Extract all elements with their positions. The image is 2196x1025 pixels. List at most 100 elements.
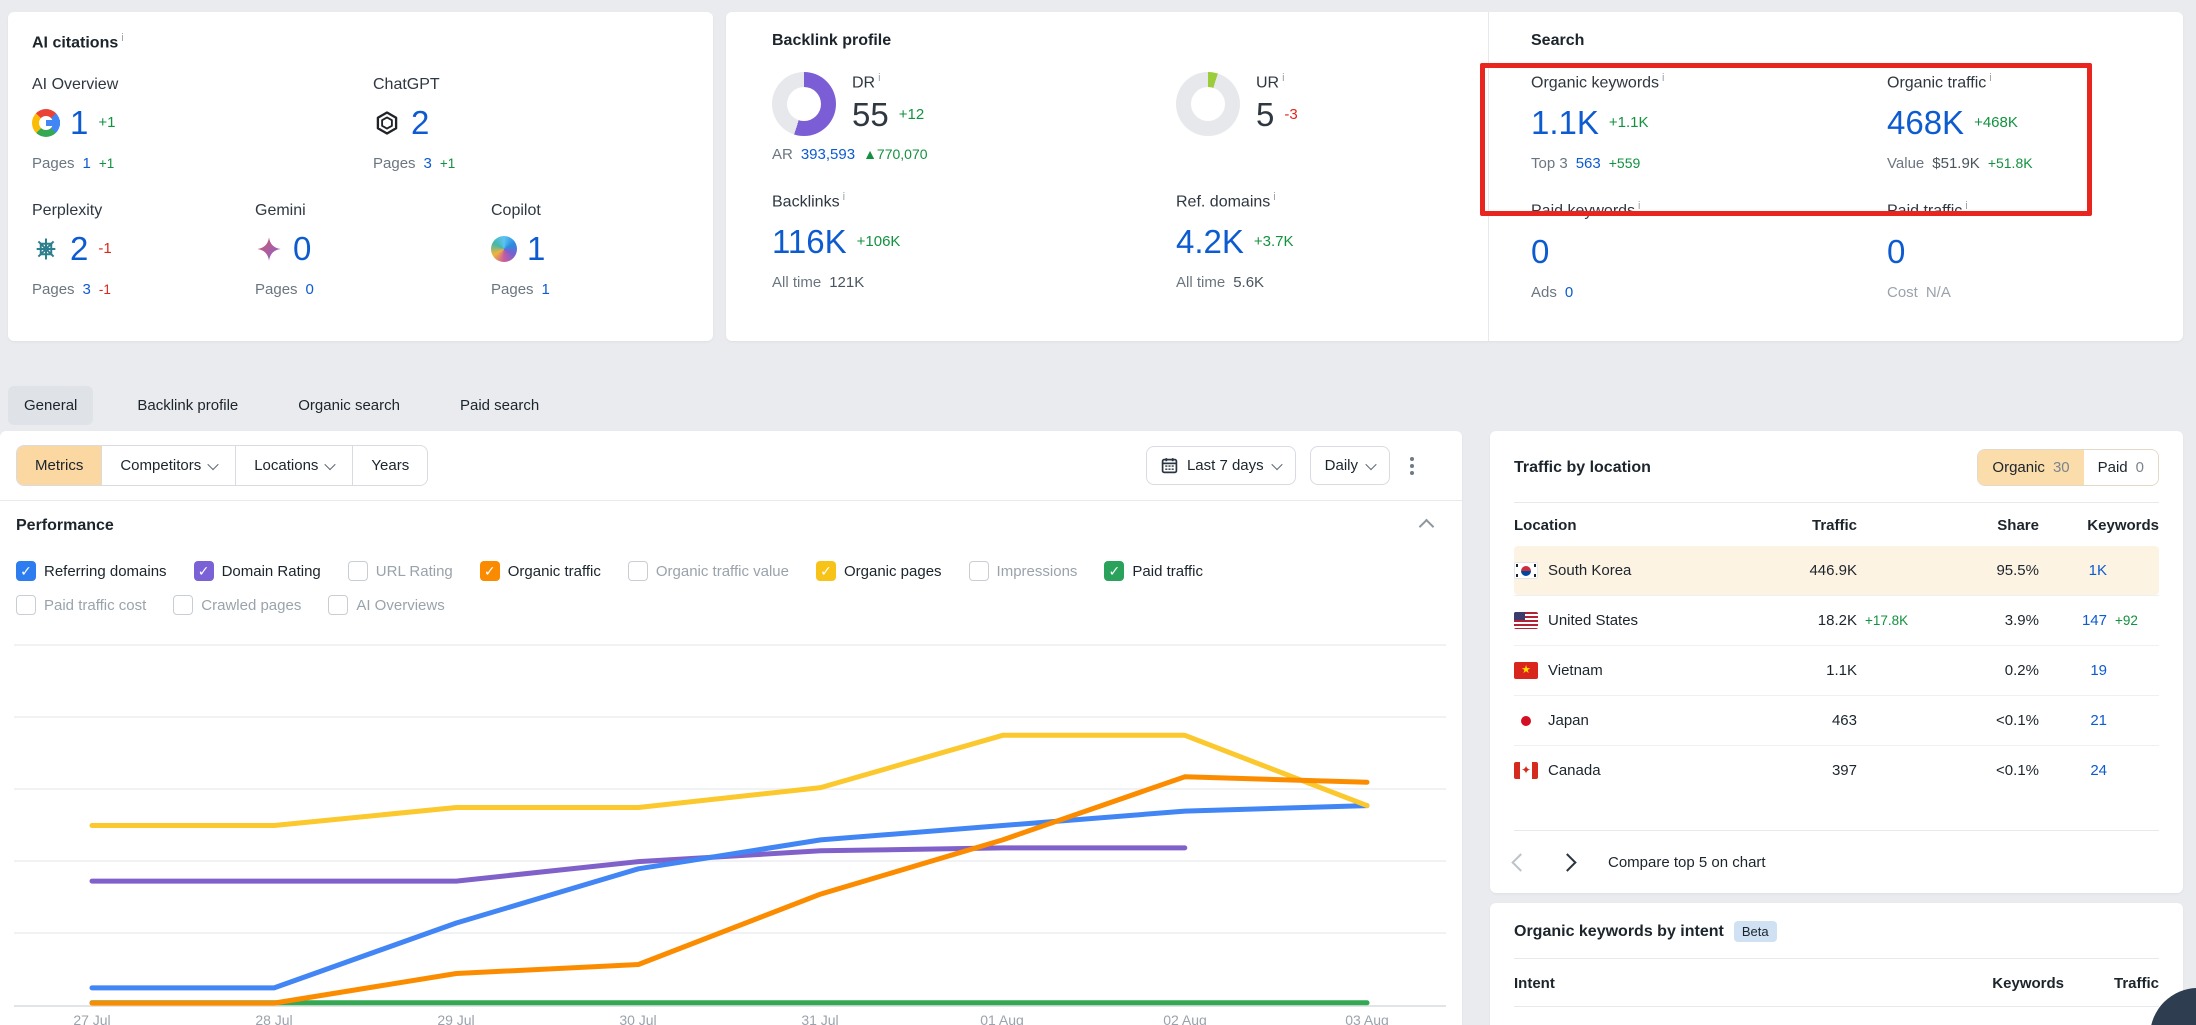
checkbox-ai-overviews[interactable]: AI Overviews xyxy=(328,595,444,615)
paid-keywords-value[interactable]: 0 xyxy=(1531,235,1549,268)
cost-row: Cost N/A xyxy=(1887,284,1968,301)
ai-item-ai-overview: AI Overview 1 +1 Pages 1 +1 xyxy=(32,76,373,172)
table-row-vietnam[interactable]: Vietnam 1.1K 0.2% 19 xyxy=(1514,645,2159,695)
metric-checkboxes: Referring domains Domain Rating URL Rati… xyxy=(0,539,1462,615)
south-korea-flag-icon xyxy=(1514,562,1538,579)
checkbox-organic-pages[interactable]: Organic pages xyxy=(816,561,942,581)
more-options-kebab-icon[interactable] xyxy=(1404,451,1420,481)
chevron-down-icon xyxy=(1271,458,1282,469)
copilot-pages: Pages 1 xyxy=(491,281,550,298)
gemini-value[interactable]: 0 xyxy=(293,232,311,265)
chevron-down-icon xyxy=(1365,458,1376,469)
segment-competitors[interactable]: Competitors xyxy=(101,446,235,485)
table-row-united-states[interactable]: United States 18.2K +17.8K 3.9% 147 +92 xyxy=(1514,595,2159,645)
checkbox-crawled-pages[interactable]: Crawled pages xyxy=(173,595,301,615)
ref-domains-delta: +3.7K xyxy=(1254,233,1294,250)
checkbox-referring-domains[interactable]: Referring domains xyxy=(16,561,167,581)
report-tabs: General Backlink profile Organic search … xyxy=(8,383,555,427)
location-pager: Compare top 5 on chart xyxy=(1514,830,2159,893)
perplexity-delta: -1 xyxy=(98,240,111,257)
traffic-by-location-title: Traffic by location xyxy=(1514,459,1651,477)
backlinks-value[interactable]: 116K xyxy=(772,225,847,258)
copilot-icon xyxy=(491,236,517,262)
table-row-south-korea[interactable]: South Korea 446.9K 95.5% 1K xyxy=(1514,546,2159,595)
annotation-red-box xyxy=(1480,63,2092,216)
ai-item-copilot: Copilot 1 Pages 1 xyxy=(491,202,550,298)
checkbox-organic-traffic-value[interactable]: Organic traffic value xyxy=(628,561,789,581)
performance-line-chart[interactable]: 27 Jul 28 Jul 29 Jul 30 Jul 31 Jul 01 Au… xyxy=(0,620,1462,1025)
ar-value[interactable]: 393,593 xyxy=(801,146,855,163)
checkbox-paid-traffic[interactable]: Paid traffic xyxy=(1104,561,1203,581)
ref-domains-label: Ref. domains xyxy=(1176,191,1294,211)
chevron-down-icon xyxy=(208,458,219,469)
tab-backlink-profile[interactable]: Backlink profile xyxy=(121,386,254,425)
checkbox-domain-rating[interactable]: Domain Rating xyxy=(194,561,321,581)
chevron-right-icon[interactable] xyxy=(1558,853,1576,871)
date-controls: Last 7 days Daily xyxy=(1146,446,1420,485)
tab-organic-search[interactable]: Organic search xyxy=(282,386,416,425)
chatgpt-pages: Pages 3 +1 xyxy=(373,155,455,172)
backlinks-alltime: All time 121K xyxy=(772,274,1176,291)
table-row-canada[interactable]: Canada 397 <0.1% 24 xyxy=(1514,745,2159,795)
paid-traffic-value[interactable]: 0 xyxy=(1887,235,1905,268)
perplexity-label: Perplexity xyxy=(32,202,255,220)
organic-paid-toggle: Organic30 Paid0 xyxy=(1977,449,2159,486)
perplexity-pages: Pages 3 -1 xyxy=(32,281,255,298)
info-icon[interactable] xyxy=(878,72,880,84)
collapse-chevron-up-icon[interactable] xyxy=(1419,518,1435,534)
copilot-value[interactable]: 1 xyxy=(527,232,545,265)
chart-canvas xyxy=(0,620,1462,1025)
ai-citations-card: AI citations AI Overview 1 +1 Pages 1 +1 xyxy=(8,12,713,341)
info-icon[interactable] xyxy=(121,32,123,44)
ar-row: AR 393,593 ▲770,070 xyxy=(772,146,1488,163)
ar-delta: ▲770,070 xyxy=(863,146,927,162)
ur-block: UR 5 -3 xyxy=(1176,72,1298,136)
table-row-japan[interactable]: Japan 463 <0.1% 21 xyxy=(1514,695,2159,745)
ai-citations-row-2: Perplexity 2 -1 Pages 3 -1 Gemini xyxy=(32,202,689,298)
checkbox-row-2: Paid traffic cost Crawled pages AI Overv… xyxy=(16,595,1446,615)
toggle-organic[interactable]: Organic30 xyxy=(1978,450,2083,485)
performance-title: Performance xyxy=(16,517,114,535)
perplexity-value[interactable]: 2 xyxy=(70,232,88,265)
checkbox-organic-traffic[interactable]: Organic traffic xyxy=(480,561,601,581)
dr-donut-chart xyxy=(772,72,836,136)
segment-years[interactable]: Years xyxy=(352,446,427,485)
ai-item-chatgpt: ChatGPT 2 Pages 3 +1 xyxy=(373,76,455,172)
ur-donut-chart xyxy=(1176,72,1240,136)
segment-locations[interactable]: Locations xyxy=(235,446,352,485)
ref-domains-value[interactable]: 4.2K xyxy=(1176,225,1244,258)
info-icon[interactable] xyxy=(843,191,845,203)
granularity-button[interactable]: Daily xyxy=(1310,446,1390,485)
checkbox-row-1: Referring domains Domain Rating URL Rati… xyxy=(16,561,1446,581)
toggle-paid[interactable]: Paid0 xyxy=(2084,450,2158,485)
compare-top5-link[interactable]: Compare top 5 on chart xyxy=(1608,854,1766,871)
gemini-label: Gemini xyxy=(255,202,491,220)
checkbox-url-rating[interactable]: URL Rating xyxy=(348,561,453,581)
chevron-down-icon xyxy=(325,458,336,469)
info-icon[interactable] xyxy=(1273,191,1275,203)
canada-flag-icon xyxy=(1514,762,1538,779)
chart-toolbar: Metrics Competitors Locations Years Last… xyxy=(0,431,1462,500)
site-overview-page: AI citations AI Overview 1 +1 Pages 1 +1 xyxy=(0,0,2196,1025)
traffic-by-location-panel: Traffic by location Organic30 Paid0 Loca… xyxy=(1490,431,2183,893)
ref-domains-block: Ref. domains 4.2K +3.7K All time 5.6K xyxy=(1176,191,1294,291)
checkbox-impressions[interactable]: Impressions xyxy=(969,561,1078,581)
ai-overview-value[interactable]: 1 xyxy=(70,106,88,139)
checkbox-paid-traffic-cost[interactable]: Paid traffic cost xyxy=(16,595,146,615)
dr-delta: +12 xyxy=(899,106,924,123)
date-range-button[interactable]: Last 7 days xyxy=(1146,446,1296,485)
backlinks-block: Backlinks 116K +106K All time 121K xyxy=(772,191,1176,291)
dr-block: DR 55 +12 xyxy=(772,72,1176,136)
ads-row: Ads 0 xyxy=(1531,284,1887,301)
tab-general[interactable]: General xyxy=(8,386,93,425)
segment-metrics[interactable]: Metrics xyxy=(17,446,101,485)
tab-paid-search[interactable]: Paid search xyxy=(444,386,555,425)
chatgpt-label: ChatGPT xyxy=(373,76,455,94)
chatgpt-value[interactable]: 2 xyxy=(411,106,429,139)
info-icon[interactable] xyxy=(1282,72,1284,84)
chevron-left-icon[interactable] xyxy=(1511,853,1529,871)
ur-delta: -3 xyxy=(1284,106,1297,123)
metrics-segmented-control: Metrics Competitors Locations Years xyxy=(16,445,428,486)
search-title: Search xyxy=(1531,32,2183,50)
ai-overview-pages: Pages 1 +1 xyxy=(32,155,373,172)
